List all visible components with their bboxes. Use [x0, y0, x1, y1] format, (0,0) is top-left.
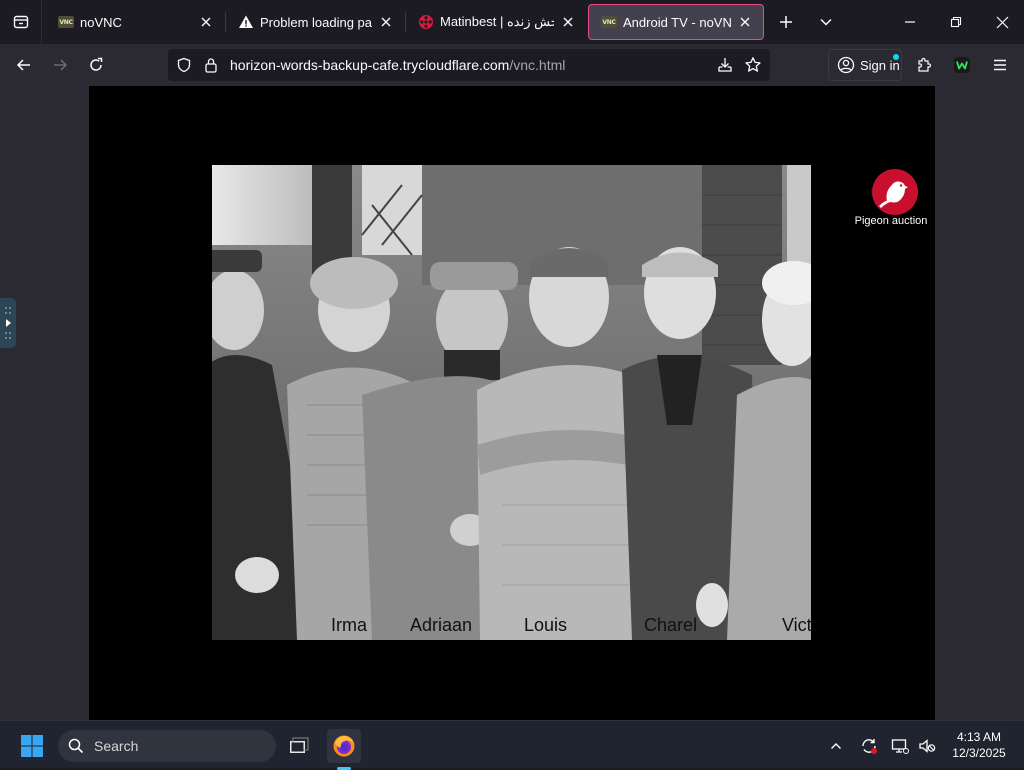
tab-title: noVNC: [80, 14, 122, 30]
firefox-view-icon: [13, 15, 28, 29]
photo-caption-name: Irma: [331, 615, 367, 635]
tab-matinbest[interactable]: Matinbest | پخش زنده: [406, 4, 586, 40]
logo-caption: Pigeon auction: [854, 215, 928, 227]
reload-button[interactable]: [80, 49, 112, 81]
tab-novnc[interactable]: VNC noVNC: [46, 4, 224, 40]
tab-problem-loading[interactable]: Problem loading page: [226, 4, 404, 40]
clock-time: 4:13 AM: [956, 730, 1002, 744]
close-window-button[interactable]: [986, 6, 1018, 38]
w-extension-icon: [954, 57, 970, 73]
tab-title: Problem loading page: [260, 14, 372, 30]
taskbar-search-box[interactable]: Search: [58, 730, 276, 762]
sign-in-label: Sign in: [860, 57, 900, 73]
forward-arrow-icon: [54, 59, 68, 71]
warning-icon: [238, 14, 254, 30]
list-all-tabs-button[interactable]: [810, 6, 842, 38]
puzzle-icon: [918, 57, 932, 72]
firefox-view-button[interactable]: [0, 0, 42, 44]
restore-icon: [950, 16, 962, 28]
vnc-favicon: VNC: [601, 14, 617, 30]
navigation-toolbar: horizon-words-backup-cafe.trycloudflare.…: [0, 44, 1024, 86]
minimize-button[interactable]: [894, 6, 926, 38]
task-view-button[interactable]: [282, 729, 316, 763]
start-button[interactable]: [15, 729, 49, 763]
expand-arrow-icon: [5, 307, 11, 339]
sync-icon: [862, 739, 877, 754]
search-icon: [68, 738, 84, 754]
restore-button[interactable]: [940, 6, 972, 38]
photo-caption-name: Louis: [524, 615, 568, 635]
pigeon-logo-icon: [872, 169, 918, 215]
reload-icon: [90, 57, 103, 71]
lock-icon[interactable]: [204, 57, 218, 78]
tab-title: Android TV - noVNC: [623, 14, 731, 30]
close-tab-icon[interactable]: [737, 14, 753, 30]
group-photo-image: [212, 165, 811, 640]
close-icon: [996, 16, 1008, 28]
bookmark-star-icon[interactable]: [744, 56, 762, 79]
forward-button[interactable]: [44, 49, 76, 81]
back-arrow-icon: [16, 59, 30, 71]
extension-w-button[interactable]: [946, 49, 978, 81]
speaker-muted-icon: [919, 739, 936, 753]
tab-title: Matinbest | پخش زنده: [440, 14, 554, 29]
app-menu-button[interactable]: [984, 49, 1016, 81]
pigeon-auction-logo: Pigeon auction: [849, 168, 929, 234]
back-button[interactable]: [8, 49, 40, 81]
close-tab-icon[interactable]: [560, 14, 576, 30]
photo-caption-name: Charel: [644, 615, 698, 635]
sign-in-button[interactable]: Sign in: [828, 49, 902, 81]
plus-icon: [780, 16, 792, 28]
taskbar-firefox-button[interactable]: [327, 729, 361, 770]
photo-caption-name: Vict: [782, 615, 811, 635]
show-hidden-icons-button[interactable]: [822, 729, 850, 763]
close-tab-icon[interactable]: [198, 14, 214, 30]
sync-status-tray-icon[interactable]: [854, 729, 884, 763]
minimize-icon: [905, 21, 915, 23]
vnc-remote-screen[interactable]: Irma Adriaan Louis Charel Vict Pigeon au…: [89, 86, 935, 720]
tab-android-tv-novnc[interactable]: VNC Android TV - noVNC: [588, 4, 764, 40]
windows-logo-icon: [21, 735, 43, 757]
url-path: /vnc.html: [509, 57, 566, 73]
system-clock[interactable]: 4:13 AM 12/3/2025: [944, 729, 1014, 761]
vnc-favicon: VNC: [58, 14, 74, 30]
address-bar[interactable]: horizon-words-backup-cafe.trycloudflare.…: [168, 49, 770, 81]
notification-dot: [893, 54, 899, 60]
url-host: horizon-words-backup-cafe.trycloudflare.…: [230, 57, 510, 73]
extensions-button[interactable]: [908, 49, 940, 81]
new-tab-button[interactable]: [770, 6, 802, 38]
tracking-protection-shield-icon[interactable]: [176, 57, 192, 78]
volume-tray-icon[interactable]: [912, 729, 942, 763]
network-monitor-icon: [891, 739, 909, 754]
chevron-down-icon: [820, 18, 832, 26]
save-to-pocket-icon[interactable]: [716, 56, 734, 79]
url-text[interactable]: horizon-words-backup-cafe.trycloudflare.…: [230, 57, 565, 73]
tab-strip: VNC noVNC Problem loading page Matinbest…: [0, 0, 1024, 44]
tv-video-frame: Irma Adriaan Louis Charel Vict: [212, 165, 811, 640]
search-placeholder: Search: [94, 738, 139, 754]
close-tab-icon[interactable]: [378, 14, 394, 30]
task-view-icon: [290, 737, 309, 753]
photo-caption-name: Adriaan: [410, 615, 473, 635]
windows-taskbar: Search 4:13 AM 12/3/2025: [0, 720, 1024, 770]
clock-date: 12/3/2025: [952, 746, 1006, 760]
hamburger-menu-icon: [994, 59, 1006, 71]
account-icon: [837, 56, 855, 74]
page-content: Irma Adriaan Louis Charel Vict Pigeon au…: [0, 86, 1024, 720]
firefox-icon: [333, 735, 355, 757]
chevron-up-icon: [831, 743, 841, 749]
film-reel-favicon: [418, 14, 434, 30]
novnc-control-bar-handle[interactable]: [0, 298, 16, 348]
